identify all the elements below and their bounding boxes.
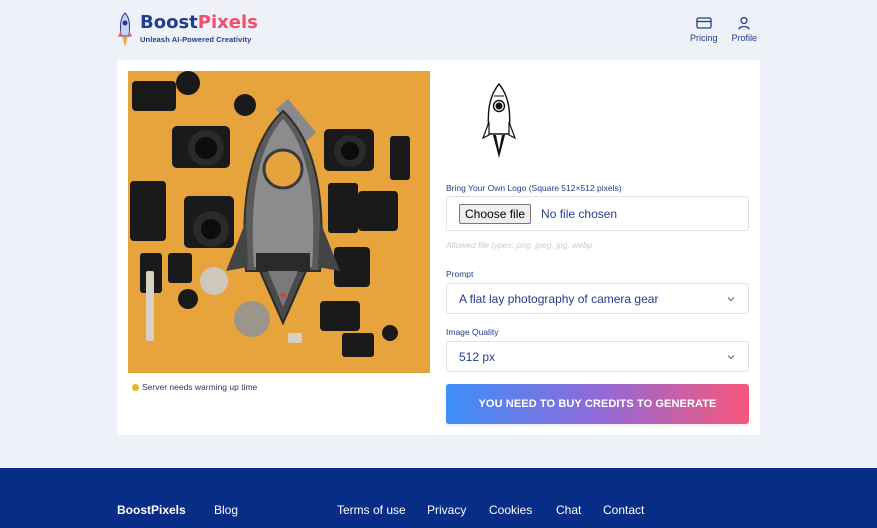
- credit-card-icon: [696, 17, 712, 29]
- user-icon: [738, 16, 750, 30]
- site-footer: BoostPixels Blog Terms of use Privacy Co…: [0, 468, 877, 528]
- chevron-down-icon: [727, 355, 735, 360]
- generate-button[interactable]: YOU NEED TO BUY CREDITS TO GENERATE: [446, 384, 749, 424]
- status-dot-icon: [132, 383, 139, 391]
- footer-link-chat[interactable]: Chat: [556, 503, 581, 517]
- top-nav: Pricing Profile: [690, 16, 757, 43]
- prompt-select-value: A flat lay photography of camera gear: [459, 291, 659, 306]
- image-quality-label: Image Quality: [446, 327, 499, 337]
- brand-logo[interactable]: BoostPixels Unleash AI-Powered Creativit…: [117, 12, 258, 48]
- camera-gear-photo: [128, 71, 430, 373]
- prompt-label: Prompt: [446, 269, 474, 279]
- server-status-text: Server needs warming up time: [142, 382, 258, 392]
- footer-brand-link[interactable]: BoostPixels: [117, 503, 186, 517]
- nav-profile-label: Profile: [731, 33, 757, 43]
- generated-image: [128, 71, 430, 373]
- brand-tagline: Unleash AI-Powered Creativity: [140, 35, 252, 44]
- allowed-file-types: Allowed file types: png, jpeg, jpg, webp: [446, 240, 593, 250]
- nav-pricing[interactable]: Pricing: [689, 16, 718, 43]
- choose-file-button[interactable]: Choose file: [459, 203, 532, 224]
- image-quality-value: 512 px: [459, 349, 496, 364]
- logo-file-input[interactable]: Choose file No file chosen: [446, 196, 749, 231]
- rocket-logo-icon: [118, 12, 132, 47]
- uploaded-logo-preview-icon: [481, 82, 517, 158]
- nav-pricing-label: Pricing: [689, 33, 718, 43]
- footer-link-terms[interactable]: Terms of use: [337, 503, 406, 517]
- brand-name: BoostPixels: [140, 12, 258, 33]
- footer-link-privacy[interactable]: Privacy: [427, 503, 466, 517]
- footer-link-cookies[interactable]: Cookies: [489, 503, 532, 517]
- chevron-down-icon: [727, 297, 735, 302]
- generator-card: Server needs warming up time Bring Your …: [117, 60, 760, 435]
- logo-upload-label: Bring Your Own Logo (Square 512×512 pixe…: [446, 183, 622, 193]
- footer-link-contact[interactable]: Contact: [603, 503, 644, 517]
- file-status-text: No file chosen: [541, 206, 618, 221]
- prompt-select[interactable]: A flat lay photography of camera gear: [446, 283, 749, 314]
- nav-profile[interactable]: Profile: [731, 16, 757, 43]
- server-status: Server needs warming up time: [132, 382, 257, 392]
- site-header: BoostPixels Unleash AI-Powered Creativit…: [0, 0, 877, 60]
- image-quality-select[interactable]: 512 px: [446, 341, 749, 372]
- footer-link-blog[interactable]: Blog: [214, 503, 238, 517]
